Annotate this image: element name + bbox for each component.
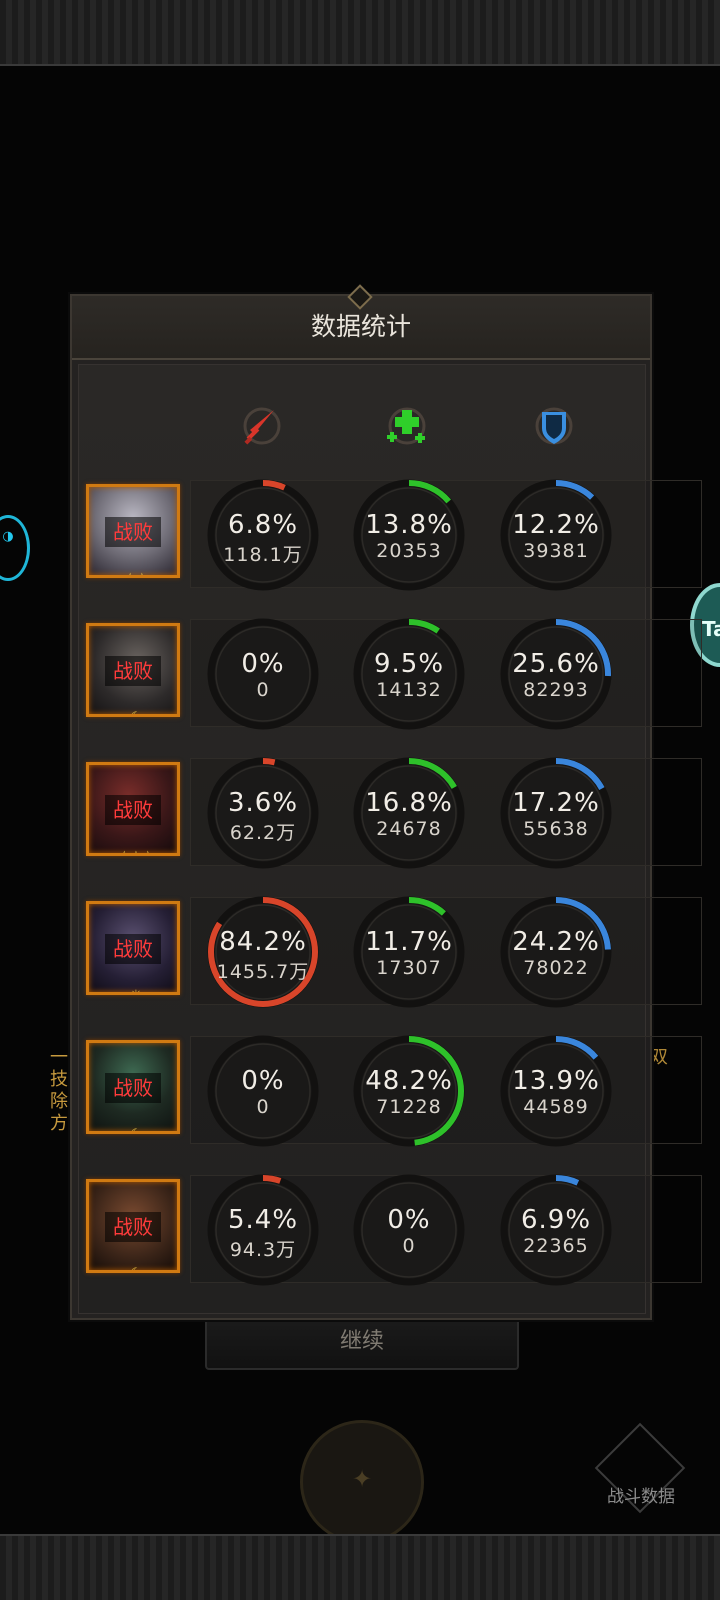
stat-percent: 0%	[241, 1066, 285, 1096]
rank-star-icon: ☆☆☆	[89, 849, 177, 853]
hero-avatar[interactable]: 战败 ☼	[86, 901, 180, 995]
hero-avatar[interactable]: 战败 ☾	[86, 1040, 180, 1134]
stat-value: 71228	[376, 1096, 442, 1118]
stat-percent: 24.2%	[512, 927, 600, 957]
bottom-ornament-border	[0, 1534, 720, 1600]
stat-value: 55638	[523, 818, 589, 840]
circle-action-icon[interactable]: ✦	[300, 1420, 424, 1544]
damage-sword-icon	[240, 404, 284, 450]
rank-star-icon: ☾	[89, 710, 177, 714]
defense-stat-ring: 24.2% 78022	[497, 893, 615, 1011]
defense-stat-ring: 13.9% 44589	[497, 1032, 615, 1150]
rank-star-icon: ☆☆	[89, 571, 177, 575]
defense-stat-ring: 17.2% 55638	[497, 754, 615, 872]
heal-stat-ring: 16.8% 24678	[350, 754, 468, 872]
stat-value: 22365	[523, 1235, 589, 1257]
rank-star-icon: ☾	[89, 1266, 177, 1270]
damage-stat-ring: 84.2% 1455.7万	[204, 893, 322, 1011]
damage-stat-ring: 0% 0	[204, 1032, 322, 1150]
stat-value: 20353	[376, 540, 442, 562]
defense-stat-ring: 25.6% 82293	[497, 615, 615, 733]
stat-percent: 6.9%	[520, 1205, 592, 1235]
hero-avatar[interactable]: 战败 ☆☆☆	[86, 762, 180, 856]
rank-star-icon: ☼	[89, 988, 177, 992]
defeat-label: 战败	[105, 1073, 161, 1103]
defense-stat-ring: 6.9% 22365	[497, 1171, 615, 1289]
hero-avatar[interactable]: 战败 ☾	[86, 1179, 180, 1273]
left-event-badge[interactable]: ◑	[0, 515, 30, 581]
damage-stat-ring: 5.4% 94.3万	[204, 1171, 322, 1289]
defense-stat-ring: 12.2% 39381	[497, 476, 615, 594]
stat-percent: 17.2%	[512, 788, 600, 818]
stats-row: 战败☾0%048.2%7122813.9%44589	[86, 1035, 702, 1160]
stat-percent: 16.8%	[365, 788, 453, 818]
stat-value: 17307	[376, 957, 442, 979]
stat-percent: 5.4%	[227, 1205, 299, 1235]
panel-header: 数据统计	[72, 284, 650, 360]
stat-value: 1455.7万	[216, 961, 310, 983]
rank-star-icon: ☾	[89, 1127, 177, 1131]
stat-percent: 25.6%	[512, 649, 600, 679]
battle-data-label: 战斗数据	[607, 1487, 675, 1507]
battle-data-button[interactable]: 战斗数据	[594, 1422, 686, 1514]
stat-value: 78022	[523, 957, 589, 979]
stat-percent: 13.9%	[512, 1066, 600, 1096]
stat-percent: 0%	[387, 1205, 431, 1235]
stat-value: 0	[256, 679, 270, 701]
stat-percent: 0%	[241, 649, 285, 679]
stat-value: 24678	[376, 818, 442, 840]
stat-percent: 48.2%	[365, 1066, 453, 1096]
stat-percent: 13.8%	[365, 510, 453, 540]
stat-value: 0	[402, 1235, 416, 1257]
stat-percent: 6.8%	[227, 510, 299, 540]
top-ornament-border	[0, 0, 720, 66]
stat-value: 0	[256, 1096, 270, 1118]
hero-avatar[interactable]: 战败 ☾	[86, 623, 180, 717]
header-gem-ornament	[347, 284, 373, 310]
stats-row: 战败☆☆6.8%118.1万13.8%2035312.2%39381	[86, 479, 702, 604]
heal-stat-ring: 11.7% 17307	[350, 893, 468, 1011]
shield-defense-icon	[532, 404, 576, 450]
heal-stat-ring: 48.2% 71228	[350, 1032, 468, 1150]
stat-value: 44589	[523, 1096, 589, 1118]
stat-percent: 12.2%	[512, 510, 600, 540]
defeat-label: 战败	[105, 656, 161, 686]
defeat-label: 战败	[105, 795, 161, 825]
stat-percent: 84.2%	[219, 927, 307, 957]
hero-avatar[interactable]: 战败 ☆☆	[86, 484, 180, 578]
background-side-text-left: 一 技 除 方	[50, 1047, 68, 1134]
defeat-label: 战败	[105, 517, 161, 547]
stat-value: 118.1万	[223, 544, 303, 566]
damage-stat-ring: 3.6% 62.2万	[204, 754, 322, 872]
stat-percent: 3.6%	[227, 788, 299, 818]
stat-value: 94.3万	[229, 1239, 297, 1261]
defeat-label: 战败	[105, 1212, 161, 1242]
stat-value: 39381	[523, 540, 589, 562]
damage-stat-ring: 6.8% 118.1万	[204, 476, 322, 594]
stats-row: 战败☆☆☆3.6%62.2万16.8%2467817.2%55638	[86, 757, 702, 882]
heal-stat-ring: 0% 0	[350, 1171, 468, 1289]
panel-title: 数据统计	[310, 312, 411, 341]
continue-button[interactable]: 继续	[205, 1316, 519, 1370]
stats-row: 战败☾0%09.5%1413225.6%82293	[86, 618, 702, 743]
heal-stat-ring: 9.5% 14132	[350, 615, 468, 733]
stats-row: 战败☼84.2%1455.7万11.7%1730724.2%78022	[86, 896, 702, 1021]
defeat-label: 战败	[105, 934, 161, 964]
stat-percent: 9.5%	[373, 649, 445, 679]
damage-stat-ring: 0% 0	[204, 615, 322, 733]
heal-cross-icon	[385, 404, 429, 450]
stat-percent: 11.7%	[365, 927, 453, 957]
stat-value: 82293	[523, 679, 589, 701]
stat-value: 14132	[376, 679, 442, 701]
heal-stat-ring: 13.8% 20353	[350, 476, 468, 594]
stat-value: 62.2万	[229, 822, 297, 844]
stats-row: 战败☾5.4%94.3万0%06.9%22365	[86, 1174, 702, 1299]
